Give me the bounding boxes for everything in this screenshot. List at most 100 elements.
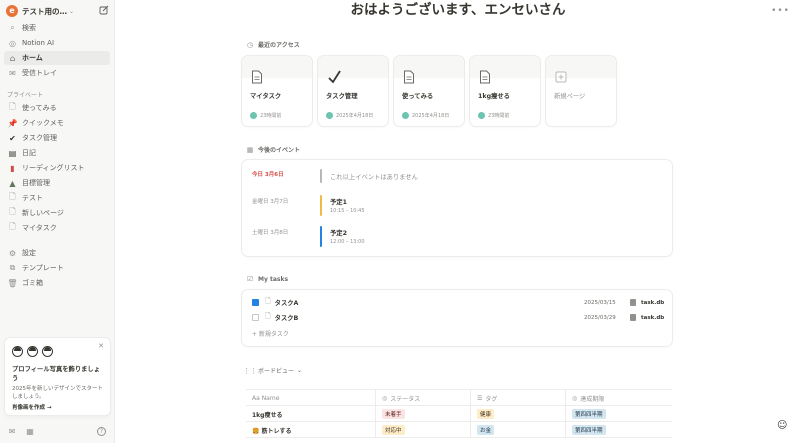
sidebar-item-label: Notion AI <box>22 39 55 47</box>
sidebar-item-label: リーディングリスト <box>22 164 85 172</box>
sidebar-item-search[interactable]: ⌕ 検索 <box>4 21 110 35</box>
card-meta: 2025年4月18日 <box>326 112 373 119</box>
table-row[interactable]: 🍔 筋トレする 対応中 お金 第四四半期 <box>246 422 672 438</box>
cell-tag[interactable]: 健康 <box>471 406 566 422</box>
card-title: マイタスク <box>250 93 282 100</box>
help-icon[interactable]: ? <box>97 427 106 436</box>
page-icon: 🗋 <box>9 192 16 201</box>
gear-icon: ⚙ <box>8 248 17 258</box>
recent-heading-label: 最近のアクセス <box>258 42 300 49</box>
cell-deadline[interactable]: 第四四半期 <box>566 422 672 438</box>
new-page-card[interactable]: 新規ページ <box>546 56 616 126</box>
sidebar-item-label: 受信トレイ <box>22 69 57 77</box>
deadline-badge: 第四四半期 <box>572 409 606 419</box>
column-header-deadline[interactable]: ◎ 達成期限 <box>566 390 672 406</box>
cell-deadline[interactable]: 第四四半期 <box>566 406 672 422</box>
sidebar-item-trash[interactable]: 🗑 ゴミ箱 <box>4 276 110 290</box>
sidebar-item-label: ゴミ箱 <box>22 279 43 287</box>
new-task-button[interactable]: + 新規タスク <box>252 329 289 338</box>
events-panel: 今日 3月6日 これ以上イベントはありません 金曜日 3月7日 予定1 10:1… <box>242 160 672 256</box>
event-time: 12:00 – 13:00 <box>330 239 365 245</box>
card-meta: 2025年4月18日 <box>402 112 449 119</box>
close-icon[interactable]: ✕ <box>98 342 104 350</box>
sidebar-item-task-management[interactable]: ✔ タスク管理 <box>4 131 110 145</box>
avatar <box>478 112 485 119</box>
sidebar-item-quick-memo[interactable]: 📌 クイックメモ <box>4 116 110 130</box>
inbox-icon: ✉ <box>9 68 16 78</box>
task-row[interactable]: 🗋 タスクA 2025/03/15 task.db <box>252 296 664 309</box>
sidebar-item-label: 検索 <box>22 24 36 32</box>
tasks-panel: 🗋 タスクA 2025/03/15 task.db 🗋 タスクB 2025/03… <box>242 290 672 346</box>
card-meta-text: 2025年4月18日 <box>336 113 374 119</box>
cell-status[interactable]: 対応中 <box>376 422 471 438</box>
lock-icon <box>630 299 636 306</box>
mail-icon[interactable]: ✉ <box>7 427 17 437</box>
sidebar-item-new-page[interactable]: 🗋 新しいページ <box>4 206 110 220</box>
column-header-status[interactable]: ◎ ステータス <box>376 390 471 406</box>
sidebar-item-home[interactable]: ⌂ ホーム <box>4 51 110 65</box>
task-row[interactable]: 🗋 タスクB 2025/03/29 task.db <box>252 311 664 324</box>
face-icon <box>42 346 53 357</box>
tasks-heading: ☑ My tasks <box>246 275 288 283</box>
table-row[interactable]: 1kg痩せる 未着手 健康 第四四半期 <box>246 406 672 422</box>
sidebar-item-templates[interactable]: ⧉ テンプレート <box>4 261 110 275</box>
trash-icon: 🗑 <box>7 278 18 288</box>
calendar-icon[interactable]: ▦ <box>25 427 35 437</box>
book-icon: ▮ <box>10 163 15 173</box>
checkbox-icon: ☑ <box>246 275 254 283</box>
column-header-name[interactable]: Aa Name <box>246 390 376 406</box>
card-title: 使ってみる <box>402 93 434 100</box>
sidebar-item-notion-ai[interactable]: ◎ Notion AI <box>4 36 110 50</box>
recent-card[interactable]: タスク管理 2025年4月18日 <box>318 56 388 126</box>
workspace-switcher[interactable]: e テスト用の… ⌄ <box>6 4 109 18</box>
sidebar-item-label: 設定 <box>22 249 36 257</box>
notion-ai-face-icon[interactable]: ☺ <box>777 420 789 432</box>
sidebar-item-page[interactable]: 🗋 使ってみる <box>4 101 110 115</box>
create-portrait-link[interactable]: 肖像画を作成 → <box>12 403 52 411</box>
cell-status[interactable]: 未着手 <box>376 406 471 422</box>
board-heading-label: ボードビュー <box>258 368 295 375</box>
task-checkbox[interactable] <box>252 299 259 306</box>
task-name: タスクA <box>274 300 299 307</box>
recent-card[interactable]: 使ってみる 2025年4月18日 <box>394 56 464 126</box>
status-badge: 未着手 <box>382 409 405 419</box>
event-time: 10:15 – 10:45 <box>330 208 365 214</box>
event-title[interactable]: 予定2 <box>330 228 347 237</box>
check-icon: ✔ <box>9 133 16 143</box>
cell-name[interactable]: 🍔 筋トレする <box>246 422 376 438</box>
board-heading[interactable]: ⋮⋮ ボードビュー ⌄ <box>243 366 302 376</box>
chevron-down-icon: ⌄ <box>69 7 75 15</box>
column-header-tag[interactable]: ☰ タグ <box>471 390 566 406</box>
sidebar-item-my-tasks[interactable]: 🗋 マイタスク <box>4 221 110 235</box>
clock-icon: ◷ <box>246 40 254 49</box>
mountain-icon: ▲ <box>9 178 16 188</box>
recent-card[interactable]: 1kg痩せる 23時間前 <box>470 56 540 126</box>
task-database[interactable]: task.db <box>630 299 664 306</box>
event-bar <box>320 169 322 183</box>
column-header-label: ステータス <box>390 395 421 403</box>
check-icon <box>328 70 341 84</box>
sidebar-item-goal-management[interactable]: ▲ 目標管理 <box>4 176 110 190</box>
new-page-icon[interactable] <box>99 5 109 15</box>
page-icon <box>252 70 262 84</box>
recent-card[interactable]: マイタスク 23時間前 <box>242 56 312 126</box>
event-title[interactable]: 予定1 <box>330 197 347 206</box>
sidebar-item-settings[interactable]: ⚙ 設定 <box>4 246 110 260</box>
template-icon: ⧉ <box>9 263 16 272</box>
cell-name[interactable]: 1kg痩せる <box>246 406 376 422</box>
promo-title: プロフィール写真を飾りましょう <box>12 366 101 382</box>
sidebar-item-diary[interactable]: ▤ 日記 <box>4 146 110 160</box>
table-header-row: Aa Name ◎ ステータス ☰ タグ ◎ 達成期限 <box>246 390 672 406</box>
home-icon: ⌂ <box>9 53 16 63</box>
lock-icon <box>630 314 636 321</box>
notebook-icon: ▤ <box>8 148 17 158</box>
cell-tag[interactable]: お金 <box>471 422 566 438</box>
page-icon: 🗋 <box>9 102 16 111</box>
events-heading-label: 今後のイベント <box>258 147 301 154</box>
sidebar-item-reading-list[interactable]: ▮ リーディングリスト <box>4 161 110 175</box>
sidebar-item-test[interactable]: 🗋 テスト <box>4 191 110 205</box>
task-checkbox[interactable] <box>252 314 259 321</box>
event-date: 金曜日 3月7日 <box>252 199 289 205</box>
task-database[interactable]: task.db <box>630 314 664 321</box>
sidebar-item-inbox[interactable]: ✉ 受信トレイ <box>4 66 110 80</box>
